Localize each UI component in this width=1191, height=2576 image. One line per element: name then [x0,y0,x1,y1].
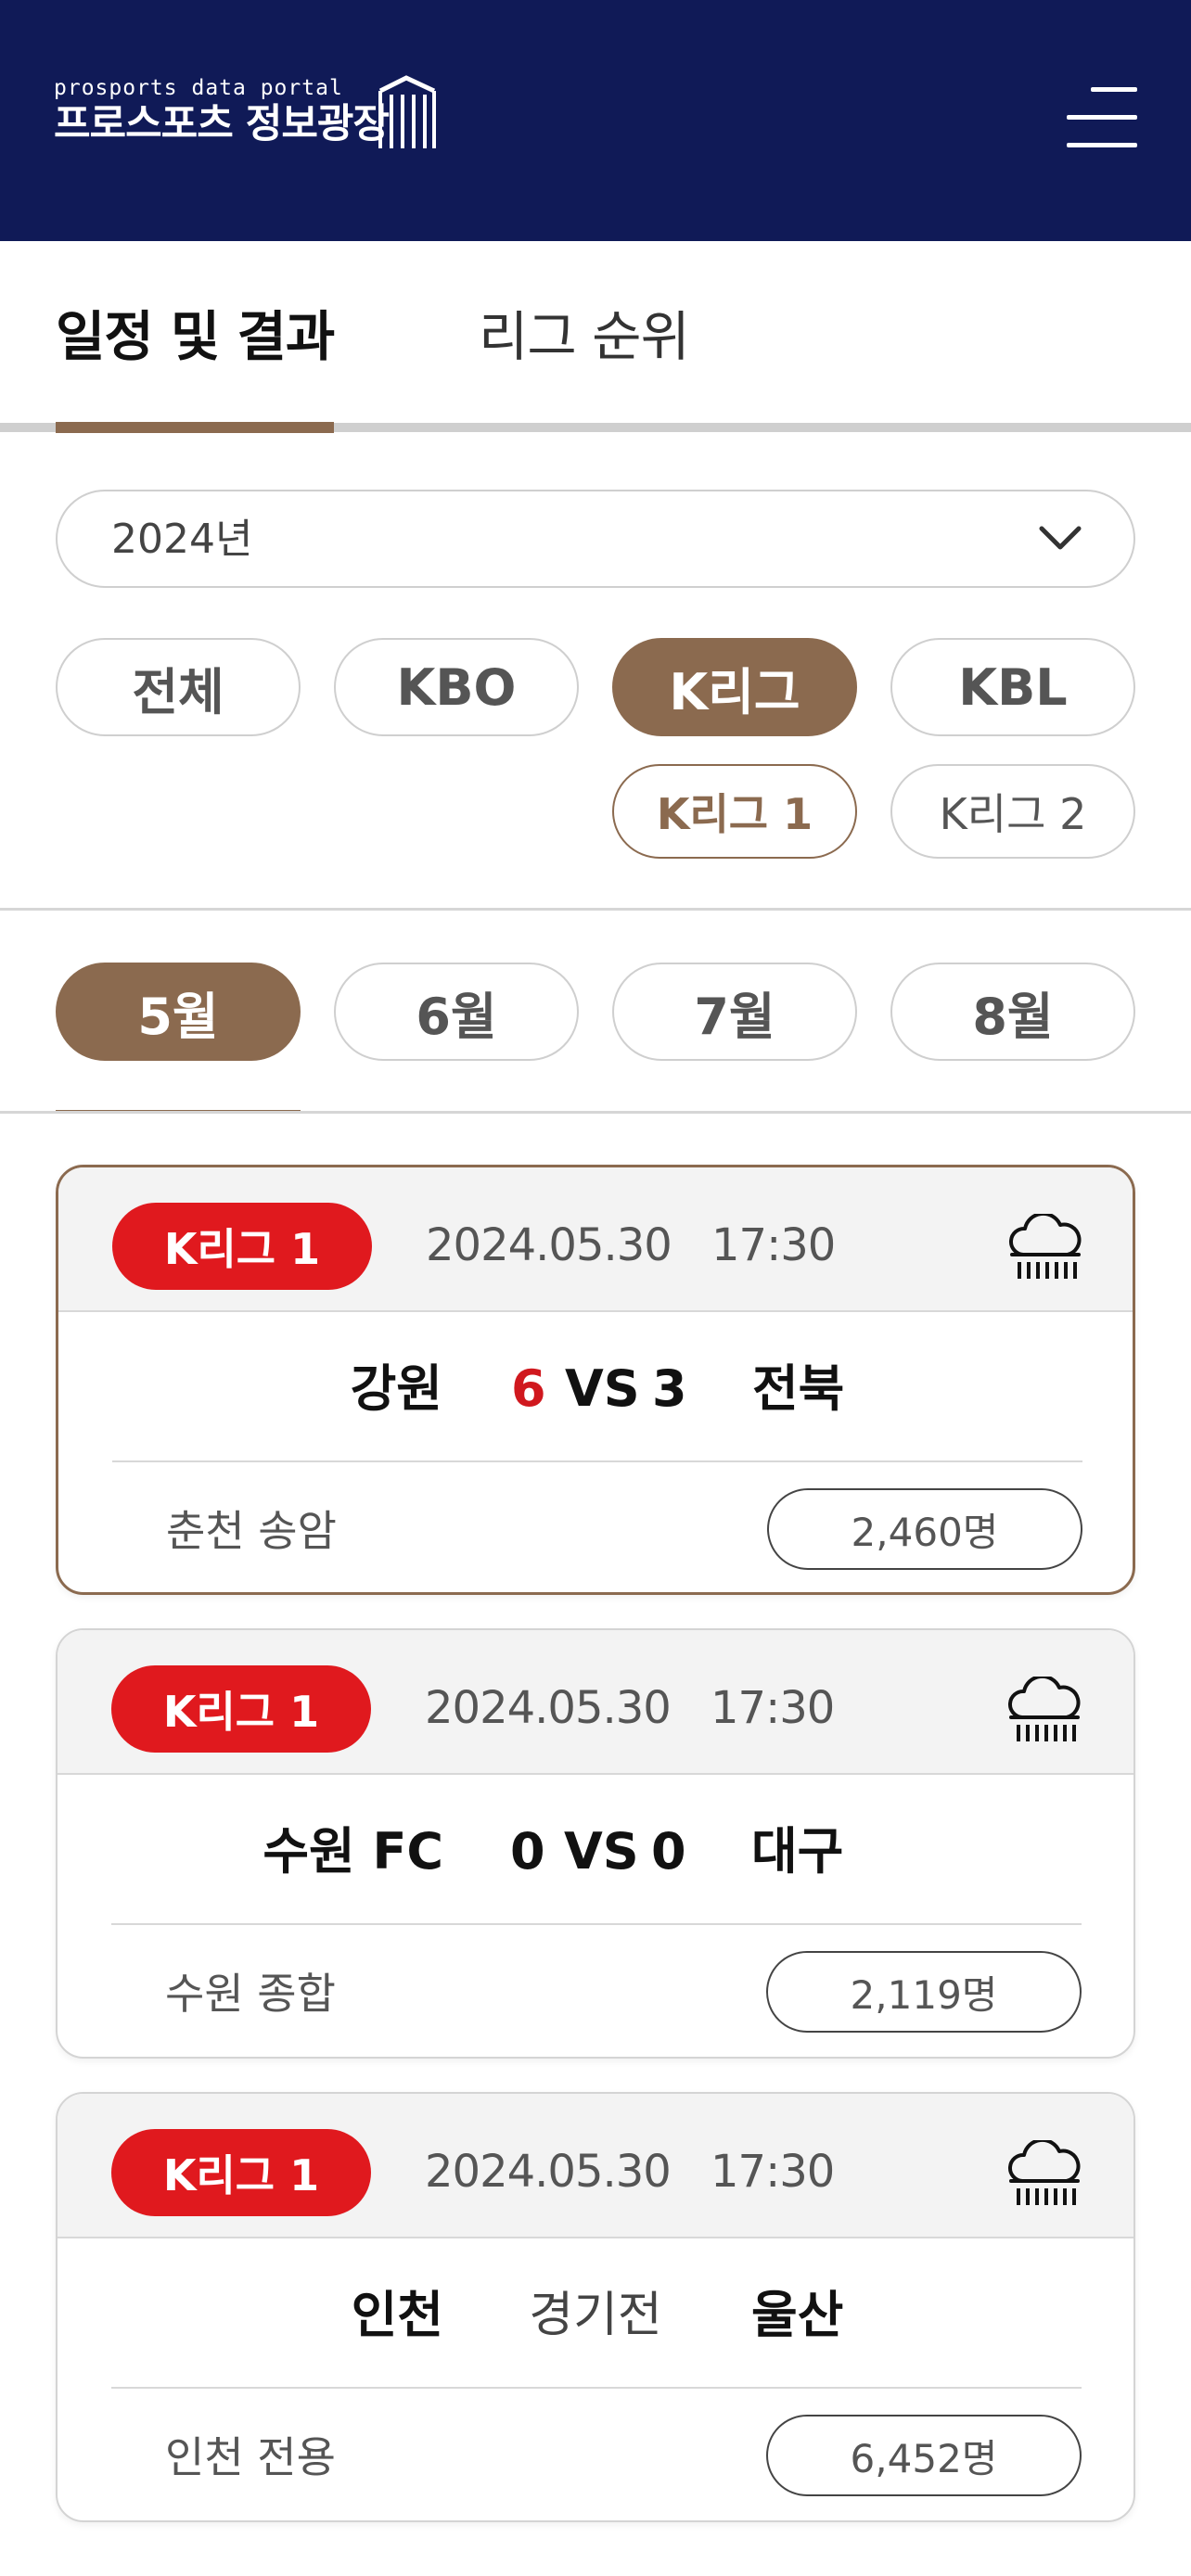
league-filter-kbo[interactable]: KBO [334,638,579,736]
year-select-value: 2024년 [111,516,253,563]
league-filter-kleague[interactable]: K리그 [612,638,857,736]
card-divider [111,1923,1082,1925]
home-team: 강원 [350,1359,442,1418]
attendance-badge: 2,119명 [766,1951,1082,2033]
league-filter-all[interactable]: 전체 [56,638,301,736]
chevron-down-icon [1039,526,1082,550]
match-status: 경기전 [529,2288,662,2343]
month-filter-may[interactable]: 5월 [56,963,301,1061]
logo-subtitle: prosports data portal [54,76,343,100]
year-select[interactable]: 2024년 [56,490,1135,588]
away-score: 0 [651,1822,686,1881]
match-score-row: 강원 6 VS 3 전북 [58,1312,1133,1460]
match-score-row: 수원 FC 0 VS 0 대구 [58,1775,1133,1923]
match-card[interactable]: K리그 1 2024.05.30 17:30 수원 FC 0 VS 0 대구 수… [56,1628,1135,2059]
app-header: prosports data portal 프로스포츠 정보광장 [0,0,1191,241]
card-divider [111,2387,1082,2389]
league-badge: K리그 1 [112,1203,372,1290]
match-card[interactable]: K리그 1 2024.05.30 17:30 인천 경기전 울산 인천 전용 6… [56,2092,1135,2522]
match-date: 2024.05.30 [426,1219,672,1271]
match-date: 2024.05.30 [425,1682,672,1734]
away-team: 전북 [752,1359,845,1418]
tab-league-standings[interactable]: 리그 순위 [479,304,690,369]
match-time: 17:30 [711,2146,835,2198]
subleague-filter-k2[interactable]: K리그 2 [890,764,1135,859]
rain-cloud-icon [1007,2140,1081,2205]
site-logo[interactable]: prosports data portal 프로스포츠 정보광장 [54,75,436,148]
hamburger-menu-icon[interactable] [1067,85,1137,150]
month-filter-august[interactable]: 8월 [890,963,1135,1061]
vs-label: VS [565,1359,640,1418]
match-date: 2024.05.30 [425,2146,672,2198]
stadium-name: 수원 종합 [165,1969,336,2019]
month-filter-july[interactable]: 7월 [612,963,857,1061]
section-divider [0,1111,1191,1114]
tab-schedule-results[interactable]: 일정 및 결과 [56,304,335,369]
rain-cloud-icon [1008,1214,1082,1279]
subleague-filter-k1[interactable]: K리그 1 [612,764,857,859]
active-tab-indicator [56,422,334,433]
home-team: 수원 FC [263,1822,443,1881]
match-time: 17:30 [711,1682,835,1734]
attendance-badge: 6,452명 [766,2415,1082,2496]
away-team: 울산 [751,2286,844,2344]
logo-title: 프로스포츠 정보광장 [54,101,390,147]
home-score: 6 [511,1359,546,1418]
attendance-badge: 2,460명 [767,1488,1082,1570]
month-filter-june[interactable]: 6월 [334,963,579,1061]
stadium-name: 인천 전용 [165,2432,336,2482]
away-team: 대구 [751,1822,844,1881]
home-score: 0 [510,1822,545,1881]
vs-label: VS [564,1822,639,1881]
rain-cloud-icon [1007,1677,1081,1741]
match-card-header: K리그 1 2024.05.30 17:30 [58,2094,1133,2238]
main-tabs: 일정 및 결과 리그 순위 [0,241,1191,434]
card-divider [112,1460,1082,1462]
match-card[interactable]: K리그 1 2024.05.30 17:30 강원 6 VS 3 전북 춘천 송… [56,1165,1135,1595]
match-card-header: K리그 1 2024.05.30 17:30 [58,1630,1133,1775]
league-badge: K리그 1 [111,2129,371,2216]
league-badge: K리그 1 [111,1665,371,1753]
match-card-header: K리그 1 2024.05.30 17:30 [58,1167,1133,1312]
match-score-row: 인천 경기전 울산 [58,2238,1133,2387]
logo-mark-icon [378,75,436,148]
section-divider [0,908,1191,911]
stadium-name: 춘천 송암 [166,1506,337,1556]
league-filter-kbl[interactable]: KBL [890,638,1135,736]
away-score: 3 [652,1359,687,1418]
match-time: 17:30 [711,1219,836,1271]
